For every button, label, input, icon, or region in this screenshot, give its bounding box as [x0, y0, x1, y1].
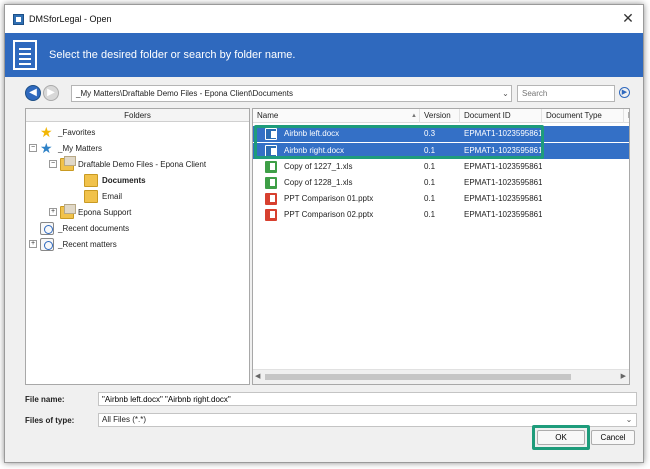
back-button[interactable]: ◀	[25, 85, 41, 101]
recent-icon	[40, 237, 54, 251]
file-version: 0.1	[424, 162, 436, 171]
sort-ascending-icon: ▲	[411, 113, 417, 119]
grid-header: Name ▲ Version Document ID Document Type…	[253, 109, 629, 123]
tree-item-label: _Favorites	[58, 127, 96, 137]
cancel-button[interactable]: Cancel	[591, 430, 635, 445]
expand-icon[interactable]: +	[29, 240, 37, 248]
folder-icon	[84, 173, 98, 187]
column-header-document-id[interactable]: Document ID	[460, 109, 542, 123]
file-version: 0.1	[424, 194, 436, 203]
tree-item-favorites[interactable]: ★ _Favorites	[40, 124, 95, 140]
file-document-id: EPMAT1-1023595861...	[464, 210, 542, 219]
navigation-bar: ◀ ▶ _My Matters\Draftable Demo Files - E…	[5, 83, 643, 105]
powerpoint-document-icon	[265, 193, 277, 205]
file-version: 0.1	[424, 210, 436, 219]
app-icon	[13, 13, 24, 25]
tree-item-email[interactable]: Email	[84, 188, 122, 204]
powerpoint-document-icon	[265, 209, 277, 221]
star-icon: ★	[40, 139, 53, 156]
expand-icon[interactable]: +	[49, 208, 57, 216]
file-document-id: EPMAT1-1023595861...	[464, 162, 542, 171]
collapse-icon[interactable]: −	[49, 160, 57, 168]
matter-folder-icon	[60, 203, 76, 219]
column-header-name[interactable]: Name	[253, 109, 420, 123]
tree-item-label: _My Matters	[58, 143, 103, 153]
title-bar: DMSforLegal - Open ✕	[5, 5, 643, 33]
open-dialog: DMSforLegal - Open ✕ Select the desired …	[4, 4, 644, 463]
file-row-ppt-comparison-02[interactable]: PPT Comparison 02.pptx 0.1 EPMAT1-102359…	[253, 207, 629, 223]
file-version: 0.1	[424, 178, 436, 187]
file-name-label: File name:	[25, 395, 65, 404]
tree-item-my-matters[interactable]: − ★ _My Matters	[29, 140, 102, 156]
folder-icon	[84, 189, 98, 203]
tree-item-label: _Recent documents	[58, 223, 130, 233]
tree-item-label: Draftable Demo Files - Epona Client	[78, 159, 207, 169]
file-row-copy-1227[interactable]: Copy of 1227_1.xls 0.1 EPMAT1-1023595861…	[253, 159, 629, 175]
star-icon: ★	[40, 123, 53, 140]
horizontal-scrollbar[interactable]: ◀ ▶	[253, 369, 629, 384]
search-input[interactable]	[517, 85, 615, 102]
tree-item-recent-matters[interactable]: + _Recent matters	[29, 236, 117, 252]
file-name: Copy of 1228_1.xls	[284, 178, 353, 187]
column-header-document-type[interactable]: Document Type	[542, 109, 624, 123]
tree-item-epona-support[interactable]: + Epona Support	[49, 203, 132, 220]
tree-item-label: Email	[102, 191, 123, 201]
tree-item-draftable-demo-files[interactable]: − Draftable Demo Files - Epona Client	[49, 155, 207, 172]
file-document-id: EPMAT1-1023595861...	[464, 178, 542, 187]
tree-item-label: _Recent matters	[58, 239, 117, 249]
ok-button-highlight	[532, 425, 590, 450]
column-header-version[interactable]: Version	[420, 109, 460, 123]
scrollbar-thumb[interactable]	[265, 374, 571, 380]
search-go-button[interactable]: ▶	[619, 87, 630, 98]
excel-document-icon	[265, 161, 277, 173]
file-row-ppt-comparison-01[interactable]: PPT Comparison 01.pptx 0.1 EPMAT1-102359…	[253, 191, 629, 207]
path-field[interactable]: _My Matters\Draftable Demo Files - Epona…	[71, 85, 512, 102]
file-name: Copy of 1227_1.xls	[284, 162, 353, 171]
instruction-banner: Select the desired folder or search by f…	[5, 33, 643, 77]
excel-document-icon	[265, 177, 277, 189]
folders-pane: Folders ★ _Favorites − ★ _My Matters − D…	[25, 108, 250, 385]
folders-header: Folders	[26, 109, 249, 122]
scroll-right-icon[interactable]: ▶	[621, 372, 626, 380]
file-document-id: EPMAT1-1023595861...	[464, 194, 542, 203]
column-header-d[interactable]: D	[624, 109, 629, 123]
tree-item-documents[interactable]: Documents	[84, 172, 146, 188]
scroll-left-icon[interactable]: ◀	[255, 372, 260, 380]
window-title: DMSforLegal - Open	[29, 14, 112, 24]
file-row-copy-1228[interactable]: Copy of 1228_1.xls 0.1 EPMAT1-1023595861…	[253, 175, 629, 191]
document-icon	[13, 40, 37, 70]
forward-button[interactable]: ▶	[43, 85, 59, 101]
matter-folder-icon	[60, 155, 76, 171]
file-name: PPT Comparison 02.pptx	[284, 210, 374, 219]
file-type-dropdown-icon[interactable]: ⌄	[624, 413, 634, 427]
tree-item-label: Documents	[102, 175, 146, 185]
file-name-input[interactable]	[98, 392, 637, 406]
selection-highlight	[254, 125, 544, 159]
path-dropdown-icon[interactable]: ⌄	[500, 86, 511, 101]
collapse-icon[interactable]: −	[29, 144, 37, 152]
banner-text: Select the desired folder or search by f…	[49, 49, 296, 61]
tree-item-recent-documents[interactable]: _Recent documents	[40, 220, 129, 236]
close-button[interactable]: ✕	[621, 11, 635, 25]
file-name: PPT Comparison 01.pptx	[284, 194, 374, 203]
file-type-label: Files of type:	[25, 416, 75, 425]
recent-icon	[40, 221, 54, 235]
tree-item-label: Epona Support	[78, 207, 132, 217]
